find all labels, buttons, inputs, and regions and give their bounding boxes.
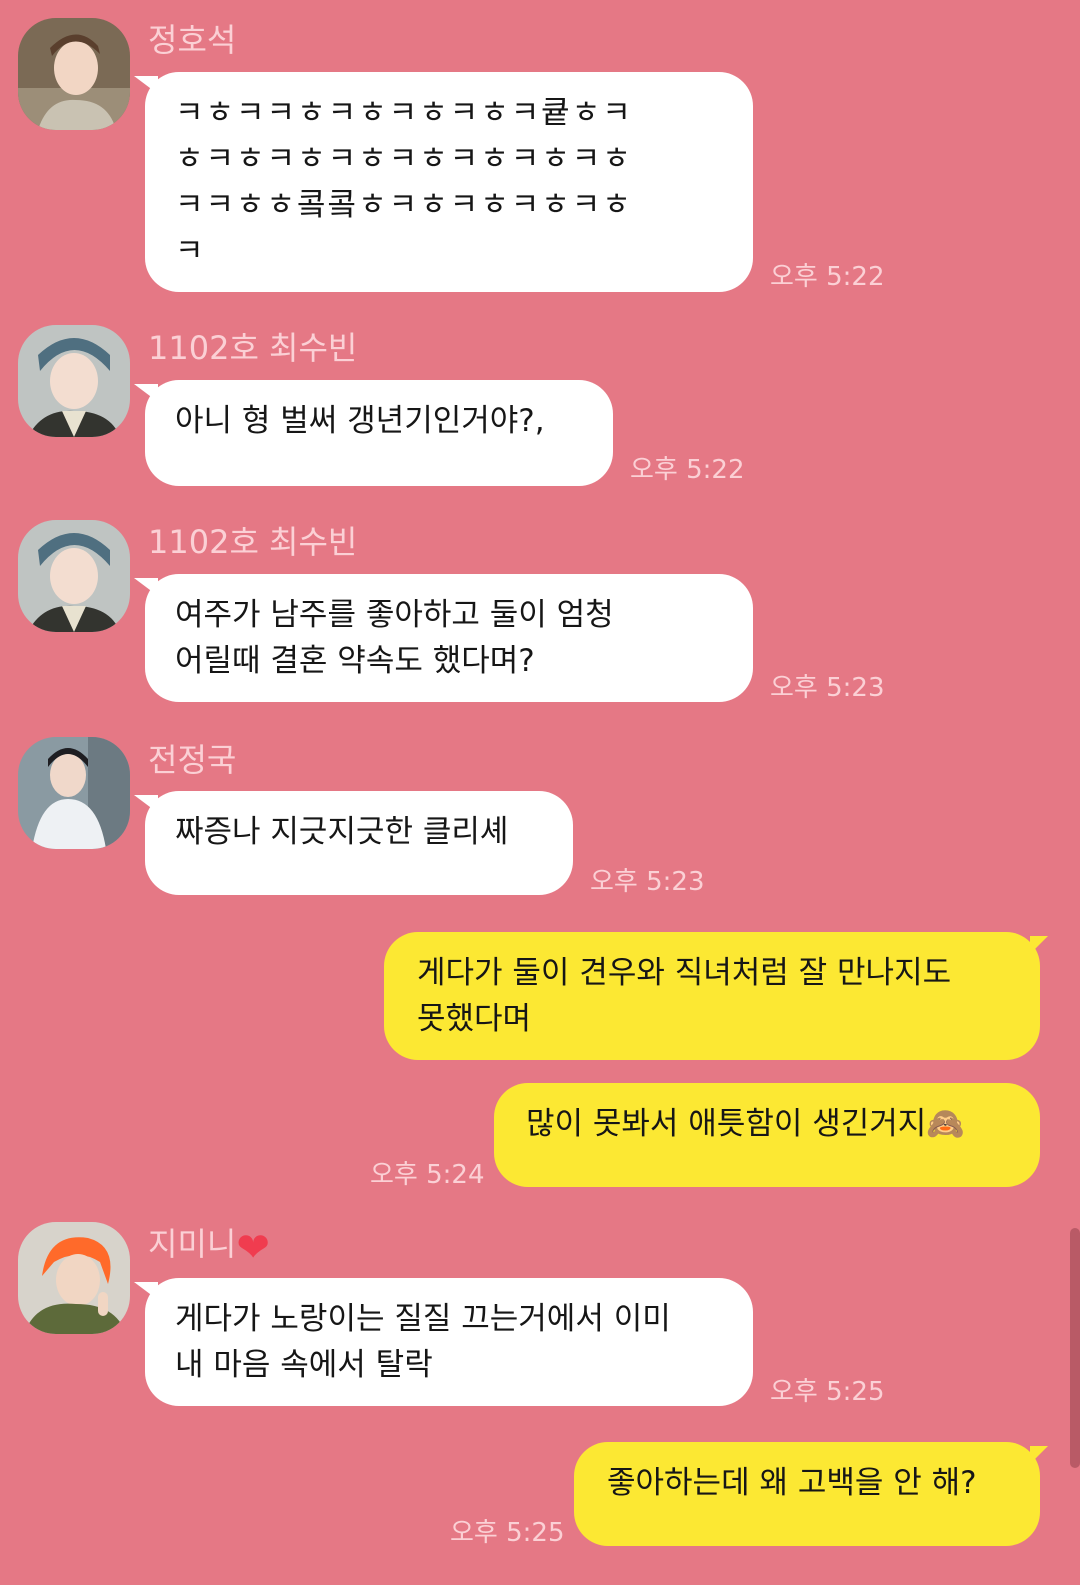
avatar[interactable] (18, 325, 130, 437)
sender-name-text: 지미니 (148, 1225, 237, 1263)
scrollbar[interactable] (1070, 1228, 1080, 1468)
avatar[interactable] (18, 18, 130, 130)
sender-name: 정호석 (148, 21, 237, 59)
heart-icon: ❤ (236, 1225, 270, 1271)
avatar[interactable] (18, 520, 130, 632)
message-bubble[interactable]: 여주가 남주를 좋아하고 둘이 엄청 어릴때 결혼 약속도 했다며? (145, 574, 753, 702)
message-time: 오후 5:23 (770, 673, 885, 703)
sender-name: 전정국 (148, 741, 237, 779)
avatar[interactable] (18, 737, 130, 849)
message-bubble[interactable]: ㅋㅎㅋㅋㅎㅋㅎㅋㅎㅋㅎㅋ큩ㅎㅋ ㅎㅋㅎㅋㅎㅋㅎㅋㅎㅋㅎㅋㅎㅋㅎ ㅋㅋㅎㅎ콬콬ㅎㅋ… (145, 72, 753, 292)
message-bubble[interactable]: 게다가 노랑이는 질질 끄는거에서 이미 내 마음 속에서 탈락 (145, 1278, 753, 1406)
sender-name: 지미니❤ (148, 1224, 270, 1268)
message-bubble-mine[interactable]: 많이 못봐서 애틋함이 생긴거지🙈 (494, 1083, 1040, 1187)
message-time: 오후 5:24 (370, 1160, 485, 1190)
message-bubble-mine[interactable]: 게다가 둘이 견우와 직녀처럼 잘 만나지도 못했다며 (384, 932, 1040, 1060)
message-bubble[interactable]: 아니 형 벌써 갱년기인거야?, (145, 380, 613, 486)
message-time: 오후 5:22 (630, 455, 745, 485)
message-bubble-mine[interactable]: 좋아하는데 왜 고백을 안 해? (574, 1442, 1040, 1546)
bubble-tail (1030, 1446, 1048, 1464)
message-time: 오후 5:25 (770, 1377, 885, 1407)
message-bubble[interactable]: 짜증나 지긋지긋한 클리셰 (145, 791, 573, 895)
sender-name: 1102호 최수빈 (148, 523, 358, 561)
message-time: 오후 5:25 (450, 1518, 565, 1548)
avatar[interactable] (18, 1222, 130, 1334)
message-time: 오후 5:22 (770, 262, 885, 292)
message-time: 오후 5:23 (590, 867, 705, 897)
bubble-tail (1030, 936, 1048, 954)
sender-name: 1102호 최수빈 (148, 329, 358, 367)
